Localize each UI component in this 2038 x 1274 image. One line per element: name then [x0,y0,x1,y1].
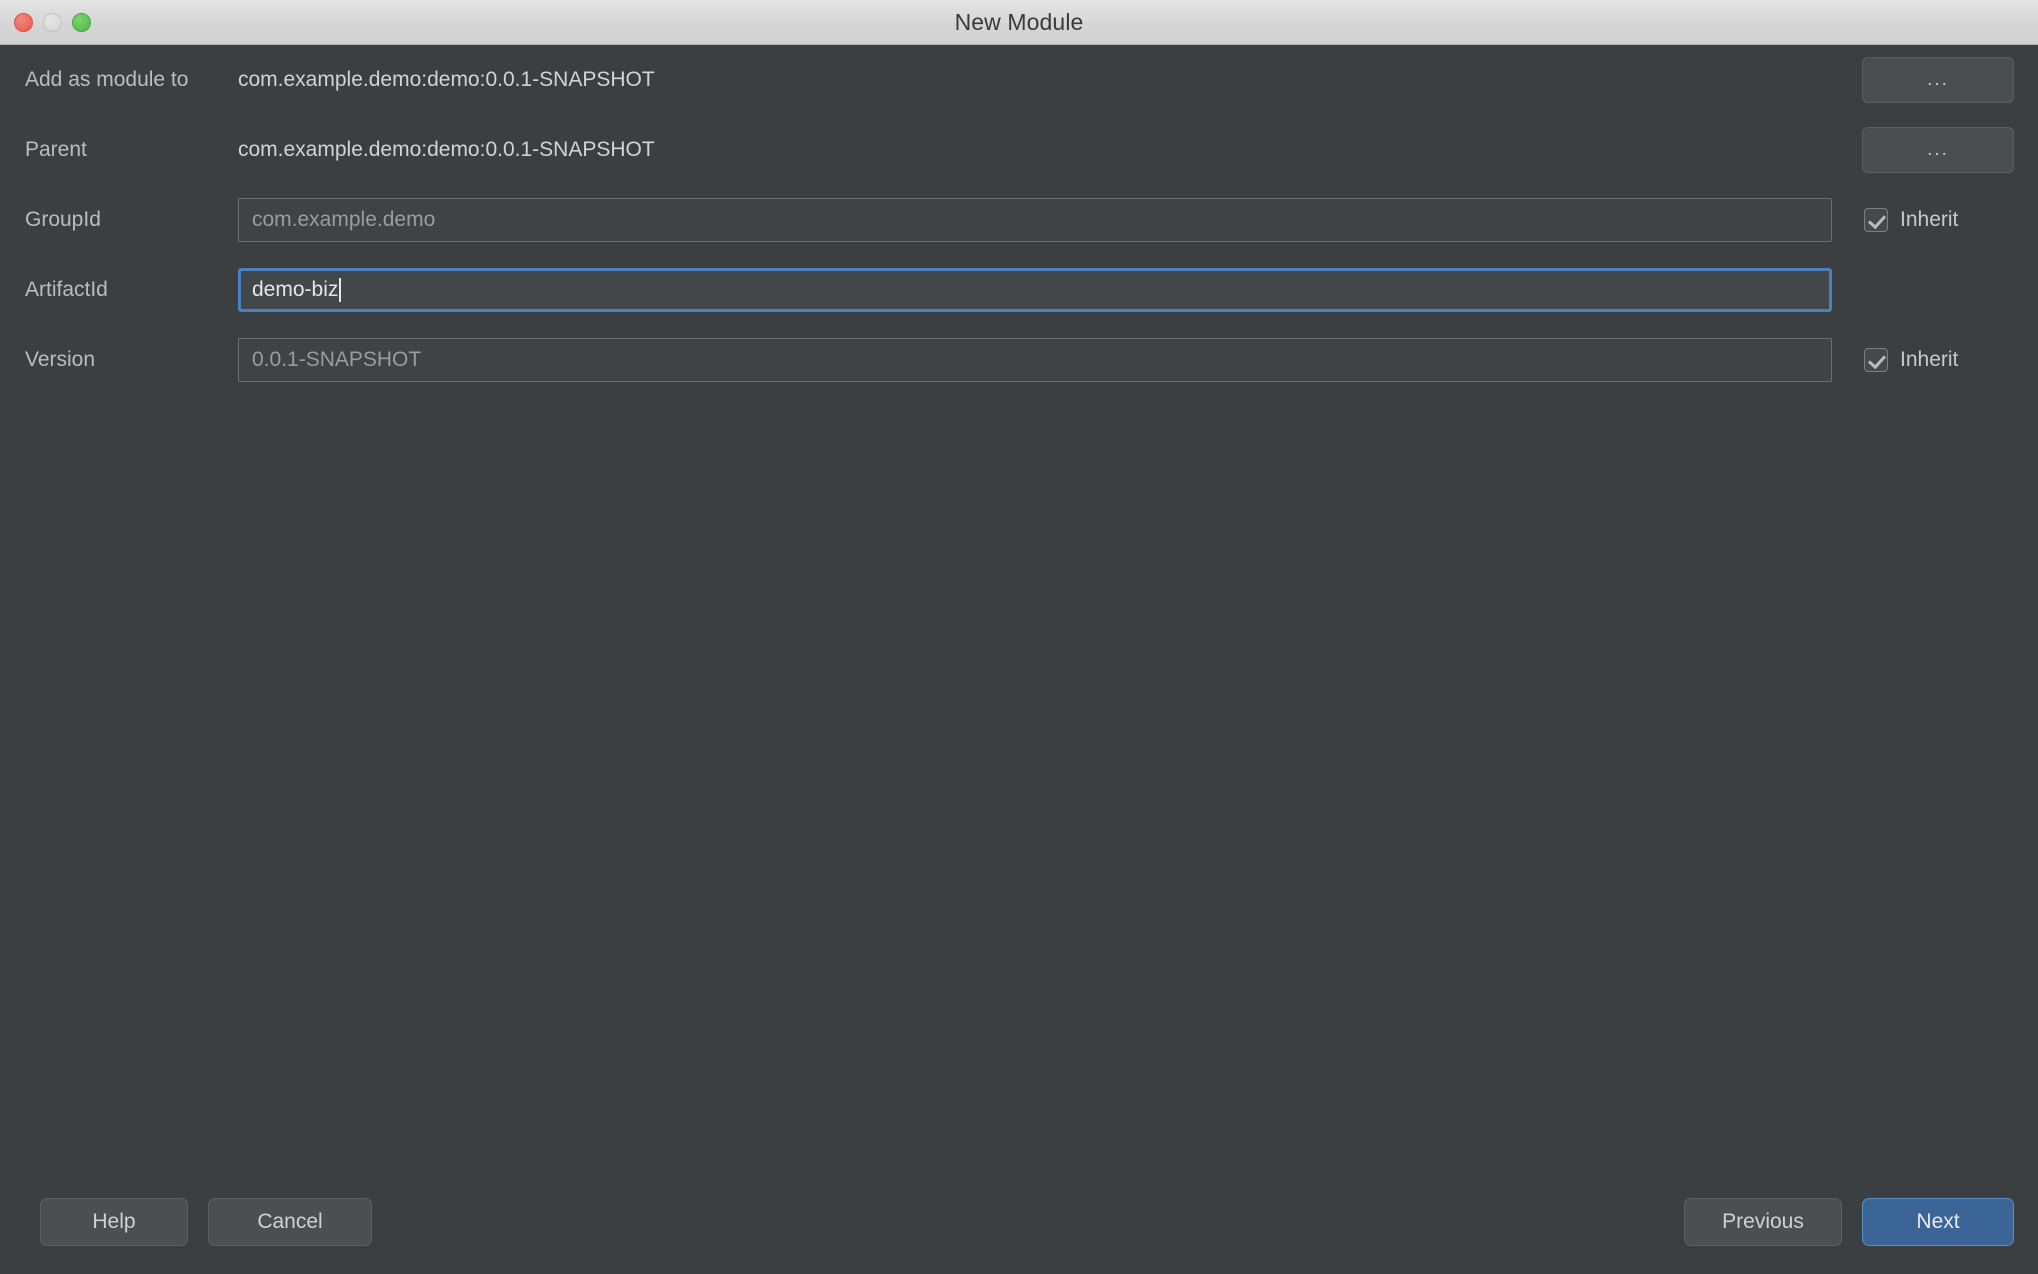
next-button[interactable]: Next [1862,1198,2014,1246]
inherit-label: Inherit [1900,208,1958,232]
inherit-checkbox-row[interactable]: Inherit [1864,185,1958,255]
text-input-value: com.example.demo [252,208,435,232]
maximize-icon[interactable] [72,13,91,32]
text-caret [339,278,341,302]
form-row-inner: GroupId com.example.demo Inherit [0,185,2038,255]
minimize-icon[interactable] [43,13,62,32]
form-row: Version 0.0.1-SNAPSHOT Inherit [0,325,2038,395]
help-button[interactable]: Help [40,1198,188,1246]
text-input[interactable]: com.example.demo [238,198,1832,242]
form-row-inner: ArtifactId demo-biz [0,255,2038,325]
form-row: ArtifactId demo-biz [0,255,2038,325]
cancel-button[interactable]: Cancel [208,1198,372,1246]
title-bar: New Module [0,0,2038,45]
field-value-text: com.example.demo:demo:0.0.1-SNAPSHOT [238,115,655,185]
checkmark-icon[interactable] [1864,348,1888,372]
text-input-value: demo-biz [252,278,338,302]
text-input-value: 0.0.1-SNAPSHOT [252,348,421,372]
dialog-body: Add as module to com.example.demo:demo:0.… [0,45,2038,1274]
footer-button-bar: Help Cancel Previous Next [0,1174,2038,1274]
close-icon[interactable] [14,13,33,32]
checkmark-icon[interactable] [1864,208,1888,232]
traffic-lights [14,0,91,44]
form-row-inner: Add as module to com.example.demo:demo:0.… [0,45,2038,115]
form-row: GroupId com.example.demo Inherit [0,185,2038,255]
inherit-label: Inherit [1900,348,1958,372]
module-form: Add as module to com.example.demo:demo:0.… [0,45,2038,395]
form-row: Add as module to com.example.demo:demo:0.… [0,45,2038,115]
field-label: Parent [25,115,87,185]
browse-button[interactable]: ... [1862,127,2014,173]
previous-button[interactable]: Previous [1684,1198,1842,1246]
form-row-inner: Parent com.example.demo:demo:0.0.1-SNAPSH… [0,115,2038,185]
text-input[interactable]: demo-biz [238,268,1832,312]
text-input[interactable]: 0.0.1-SNAPSHOT [238,338,1832,382]
field-label: GroupId [25,185,101,255]
browse-button[interactable]: ... [1862,57,2014,103]
form-row-inner: Version 0.0.1-SNAPSHOT Inherit [0,325,2038,395]
new-module-dialog: New Module Add as module to com.example.d… [0,0,2038,1274]
field-value-text: com.example.demo:demo:0.0.1-SNAPSHOT [238,45,655,115]
field-label: Version [25,325,95,395]
inherit-checkbox-row[interactable]: Inherit [1864,325,1958,395]
form-row: Parent com.example.demo:demo:0.0.1-SNAPSH… [0,115,2038,185]
field-label: ArtifactId [25,255,108,325]
field-label: Add as module to [25,45,188,115]
page-title: New Module [955,9,1084,36]
